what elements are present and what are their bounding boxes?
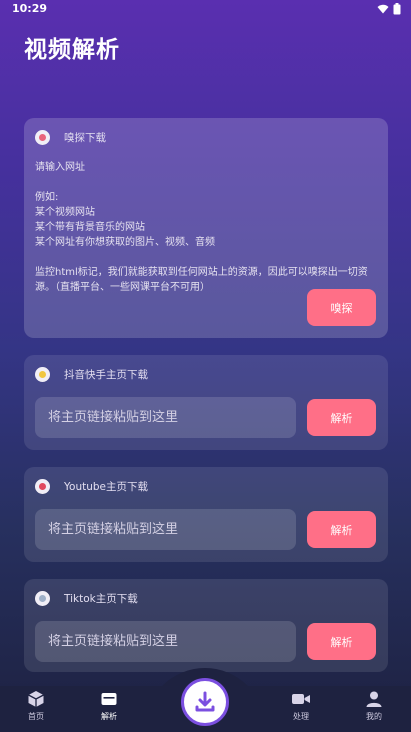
card-header: Tiktok主页下载 [35,591,138,606]
card-title: Tiktok主页下载 [64,593,138,605]
card-title: Youtube主页下载 [64,481,148,493]
homepage-link-input[interactable] [35,509,296,550]
parse-button[interactable]: 解析 [307,623,376,660]
sniff-button[interactable]: 嗅探 [307,289,376,326]
tiktok-card: Tiktok主页下载 解析 [24,579,388,672]
person-icon [366,691,382,707]
card-header: 嗅探下载 [35,130,106,145]
flower-icon [35,130,50,145]
sniff-description: 请输入网址 例如: 某个视频网站 某个带有背景音乐的网站 某个网址有你想获取的图… [35,162,368,293]
homepage-link-input[interactable] [35,397,296,438]
nav-label: 首页 [28,712,44,721]
wifi-icon [377,4,389,14]
folder-icon [101,693,117,705]
douyin-kuaishou-card: 抖音快手主页下载 解析 [24,355,388,450]
status-icons [377,3,401,15]
nav-item-parse[interactable]: 解析 [79,690,139,722]
status-bar: 10:29 [0,0,411,18]
nav-label: 我的 [366,712,382,721]
card-title: 抖音快手主页下载 [64,369,148,381]
nav-item-home[interactable]: 首页 [6,690,66,722]
parse-button[interactable]: 解析 [307,511,376,548]
homepage-link-input[interactable] [35,621,296,662]
sniff-download-card: 嗅探下载 请输入网址 例如: 某个视频网站 某个带有背景音乐的网站 某个网址有你… [24,118,388,338]
youtube-card: Youtube主页下载 解析 [24,467,388,562]
battery-icon [393,3,401,15]
flower-icon [35,367,50,382]
cube-icon [28,691,44,707]
download-icon [195,691,215,712]
nav-item-process[interactable]: 处理 [271,690,331,722]
page-title: 视频解析 [24,37,120,63]
card-header: Youtube主页下载 [35,479,148,494]
download-fab[interactable] [181,678,229,726]
card-header: 抖音快手主页下载 [35,367,148,382]
parse-button[interactable]: 解析 [307,399,376,436]
nav-label: 处理 [293,712,309,721]
flower-icon [35,591,50,606]
video-camera-icon [292,694,310,704]
nav-item-mine[interactable]: 我的 [344,690,404,722]
status-time: 10:29 [12,2,48,15]
nav-label: 解析 [101,712,117,721]
card-title: 嗅探下载 [64,132,106,144]
flower-icon [35,479,50,494]
